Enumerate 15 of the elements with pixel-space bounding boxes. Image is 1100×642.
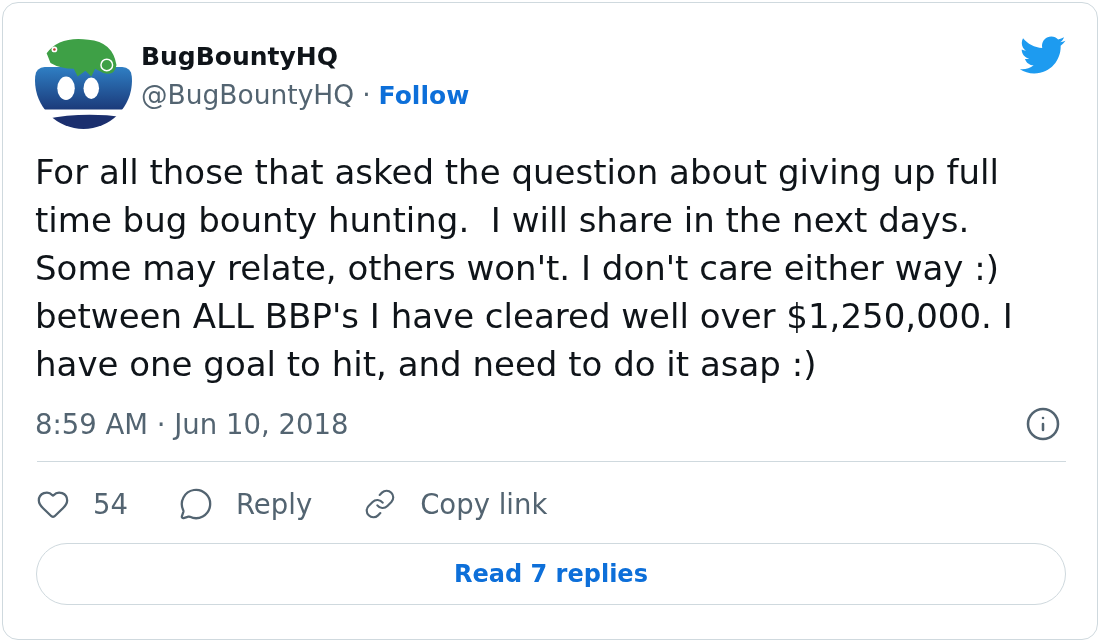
reply-button[interactable]: Reply: [178, 486, 313, 522]
link-icon: [364, 488, 397, 520]
timestamp: 8:59 AM · Jun 10, 2018: [35, 407, 349, 442]
separator: ·: [362, 79, 371, 111]
author-handle: @BugBountyHQ: [141, 79, 355, 111]
info-button[interactable]: [1024, 405, 1062, 443]
author-name: BugBountyHQ: [141, 41, 339, 73]
bird-logo-icon: [1018, 35, 1066, 75]
like-button[interactable]: 54: [35, 486, 128, 522]
read-replies-button[interactable]: Read 7 replies: [36, 543, 1066, 605]
info-icon: [1025, 406, 1061, 442]
speech-bubble-icon: [179, 487, 213, 521]
tweet-text: For all those that asked the question about giving up full time bug bounty hunting. I will share in the next days. Some may relate, others won't. I don't care either way :) between ALL BBP's I have cleared well over $1,250,000. I have one goal to hit, and need to do it asap :): [35, 151, 1014, 386]
follow-link[interactable]: Follow: [378, 80, 470, 112]
copy-link-button[interactable]: Copy link: [362, 486, 548, 522]
